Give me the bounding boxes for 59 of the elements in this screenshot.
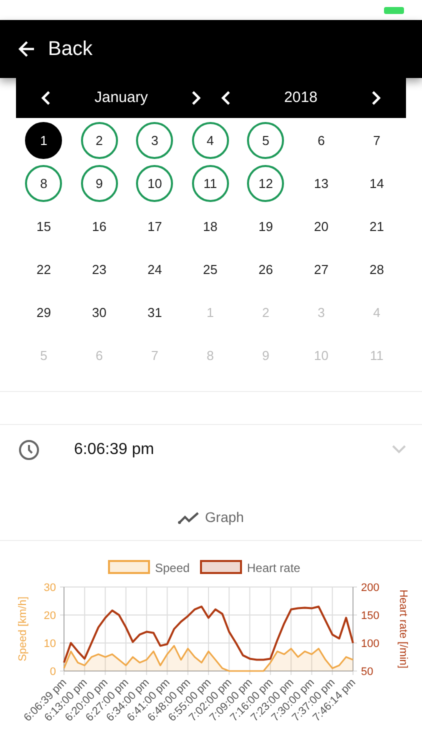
legend-label: Speed bbox=[155, 561, 190, 575]
y-tick-label: 50 bbox=[361, 666, 374, 678]
calendar-day[interactable]: 26 bbox=[247, 251, 284, 288]
calendar-day[interactable]: 14 bbox=[358, 165, 396, 202]
y-tick-label: 10 bbox=[44, 638, 56, 650]
calendar-day[interactable]: 11 bbox=[192, 165, 229, 202]
legend-label: Heart rate bbox=[247, 561, 300, 575]
legend-swatch[interactable] bbox=[108, 560, 150, 574]
calendar-day[interactable]: 28 bbox=[358, 251, 396, 288]
calendar-day[interactable]: 23 bbox=[80, 251, 118, 288]
y-axis-title: Speed [km/h] bbox=[17, 596, 29, 662]
calendar-day[interactable]: 30 bbox=[80, 294, 118, 331]
y-tick-label: 150 bbox=[361, 610, 380, 622]
calendar-day[interactable]: 2 bbox=[80, 122, 118, 159]
y-tick-label: 0 bbox=[50, 666, 56, 678]
y-tick-label: 30 bbox=[44, 582, 56, 594]
calendar-day[interactable]: 27 bbox=[302, 251, 340, 288]
calendar-day[interactable]: 16 bbox=[80, 208, 118, 245]
calendar-day[interactable]: 8 bbox=[25, 165, 62, 202]
calendar-day[interactable]: 6 bbox=[302, 122, 340, 159]
calendar-day[interactable]: 25 bbox=[192, 251, 229, 288]
graph-button[interactable]: Graph bbox=[174, 503, 248, 532]
chevron-left-icon bbox=[41, 91, 51, 105]
calendar-day[interactable]: 17 bbox=[136, 208, 174, 245]
line-chart-icon bbox=[178, 512, 200, 524]
calendar-day[interactable]: 13 bbox=[302, 165, 340, 202]
y-axis-title: Heart rate [/min] bbox=[397, 590, 409, 668]
calendar-day[interactable]: 5 bbox=[247, 122, 284, 159]
calendar-day[interactable]: 10 bbox=[136, 165, 174, 202]
y-tick-label: 20 bbox=[44, 610, 56, 622]
calendar-day[interactable]: 7 bbox=[358, 122, 396, 159]
y-tick-label: 100 bbox=[361, 638, 380, 650]
calendar-day[interactable]: 19 bbox=[247, 208, 284, 245]
calendar-day[interactable]: 18 bbox=[192, 208, 229, 245]
calendar-day[interactable]: 21 bbox=[358, 208, 396, 245]
calendar-day[interactable]: 12 bbox=[247, 165, 284, 202]
calendar-day[interactable]: 15 bbox=[25, 208, 62, 245]
calendar-day[interactable]: 9 bbox=[80, 165, 118, 202]
calendar-day[interactable]: 31 bbox=[136, 294, 174, 331]
chevron-left-icon bbox=[220, 91, 231, 105]
calendar-day[interactable]: 3 bbox=[136, 122, 174, 159]
chevron-right-icon bbox=[370, 91, 381, 105]
back-button[interactable]: Back bbox=[0, 34, 92, 64]
month-label: January bbox=[94, 88, 149, 108]
back-arrow-icon bbox=[18, 40, 36, 58]
calendar-day[interactable]: 1 bbox=[25, 122, 62, 159]
calendar-day[interactable]: 29 bbox=[25, 294, 62, 331]
chevron-right-icon bbox=[191, 91, 202, 105]
clock-icon bbox=[18, 438, 40, 460]
battery-icon bbox=[384, 6, 404, 14]
time-label: 6:06:39 pm bbox=[74, 440, 154, 460]
legend-swatch[interactable] bbox=[200, 560, 242, 574]
y-tick-label: 200 bbox=[361, 582, 380, 594]
calendar-day[interactable]: 24 bbox=[136, 251, 174, 288]
calendar-day[interactable]: 20 bbox=[302, 208, 340, 245]
year-label: 2018 bbox=[283, 88, 318, 108]
calendar-day[interactable]: 22 bbox=[25, 251, 62, 288]
time-row[interactable]: 6:06:39 pm bbox=[0, 424, 422, 474]
calendar-day[interactable]: 4 bbox=[192, 122, 229, 159]
